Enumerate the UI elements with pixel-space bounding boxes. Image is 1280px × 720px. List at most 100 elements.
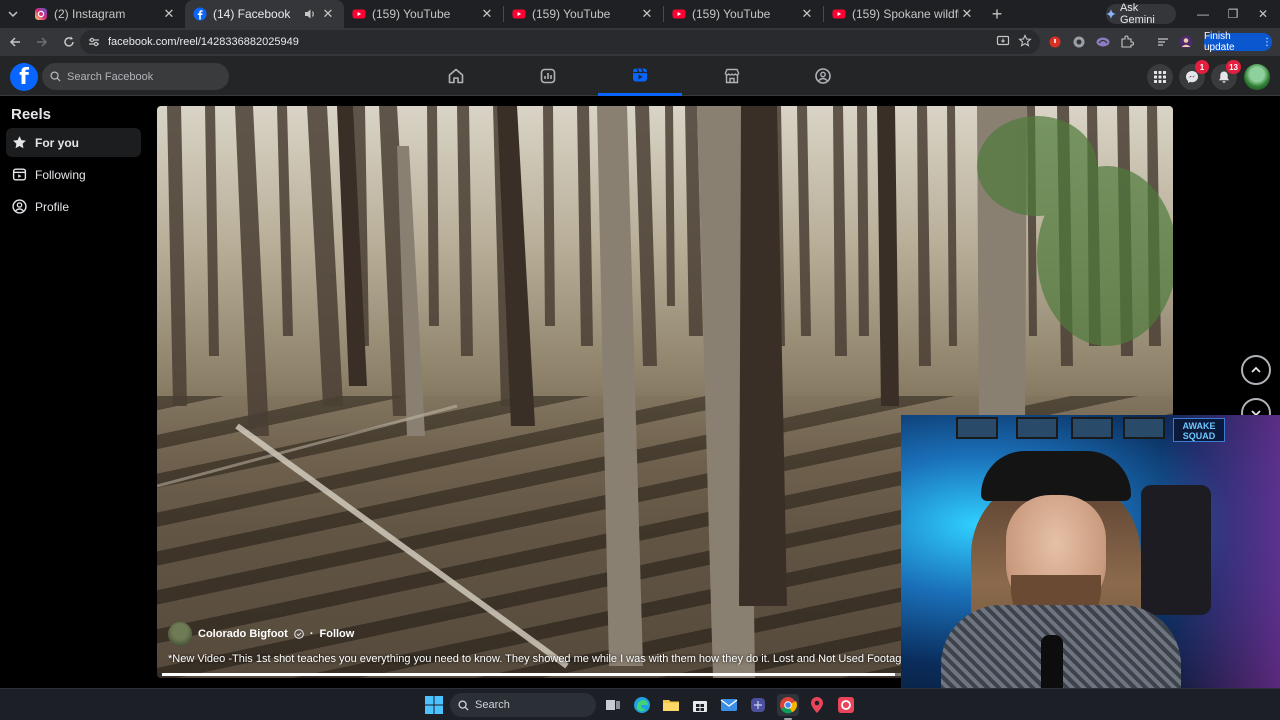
author-separator: ·	[309, 628, 314, 640]
chevron-down-icon	[8, 11, 18, 18]
edge-icon[interactable]	[631, 694, 653, 716]
close-tab-icon[interactable]: ✕	[639, 6, 655, 22]
install-app-icon[interactable]	[996, 34, 1010, 48]
reload-button[interactable]	[57, 30, 81, 54]
extension-gray-icon[interactable]	[1071, 34, 1087, 50]
tab-title: (159) Spokane wildfires force th	[852, 7, 959, 21]
sidebar-item-label: Profile	[35, 199, 70, 214]
maps-pin-icon[interactable]	[806, 694, 828, 716]
author-avatar[interactable]	[168, 622, 192, 646]
nav-video[interactable]	[506, 56, 590, 96]
taskbar-search[interactable]: Search	[450, 693, 596, 717]
forward-button[interactable]	[30, 30, 54, 54]
nav-marketplace[interactable]	[690, 56, 774, 96]
finish-update-button[interactable]: Finish update ⋮	[1204, 31, 1272, 53]
minimize-window-button[interactable]: —	[1188, 0, 1218, 28]
tab-title: (2) Instagram	[54, 7, 126, 21]
tab-youtube-spokane[interactable]: (159) Spokane wildfires force th ✕	[824, 0, 983, 28]
tab-title: (159) YouTube	[372, 7, 451, 21]
maximize-window-button[interactable]: ❐	[1218, 0, 1248, 28]
facebook-logo[interactable]: f	[10, 63, 38, 91]
task-view-icon[interactable]	[602, 694, 624, 716]
tab-youtube-2[interactable]: (159) YouTube ✕	[504, 0, 663, 28]
reel-progress-fill	[162, 673, 895, 676]
tab-youtube-1[interactable]: (159) YouTube ✕	[344, 0, 503, 28]
follow-button[interactable]: Follow	[320, 628, 355, 640]
record-app-icon[interactable]	[835, 694, 857, 716]
previous-reel-button[interactable]	[1241, 355, 1271, 385]
tab-youtube-3[interactable]: (159) YouTube ✕	[664, 0, 823, 28]
search-input[interactable]	[67, 70, 217, 83]
facebook-search[interactable]	[42, 63, 229, 90]
wall-frame	[1016, 417, 1058, 439]
close-tab-icon[interactable]: ✕	[479, 6, 495, 22]
app-grid-icon[interactable]	[747, 694, 769, 716]
arrow-left-icon	[9, 37, 20, 47]
facebook-logo-letter: f	[19, 64, 29, 90]
new-tab-button[interactable]: +	[983, 0, 1011, 28]
site-info-icon[interactable]	[88, 36, 100, 48]
store-icon[interactable]	[689, 694, 711, 716]
wall-sign: AWAKE SQUAD	[1173, 418, 1225, 442]
speaker-icon[interactable]	[302, 6, 318, 22]
more-vert-icon: ⋮	[1262, 36, 1272, 48]
author-name[interactable]: Colorado Bigfoot	[198, 628, 288, 640]
grid-menu-icon	[1154, 71, 1166, 83]
tab-facebook[interactable]: (14) Facebook ✕	[185, 0, 344, 28]
extension-purple-icon[interactable]	[1095, 34, 1111, 50]
ask-gemini-button[interactable]: Ask Gemini	[1106, 2, 1176, 26]
webcam-overlay: AWAKE SQUAD	[901, 415, 1280, 690]
windows-start-icon[interactable]	[424, 695, 444, 715]
bookmark-star-icon[interactable]	[1018, 34, 1032, 48]
tab-title: (14) Facebook	[213, 7, 291, 21]
streamer-cap	[981, 451, 1131, 501]
sidebar-item-for-you[interactable]: For you	[6, 128, 141, 157]
reel-progress-bar[interactable]	[162, 673, 902, 676]
youtube-icon	[832, 9, 846, 19]
menu-button[interactable]	[1147, 64, 1173, 90]
chrome-icon[interactable]	[777, 694, 799, 720]
tab-instagram[interactable]: (2) Instagram ✕	[26, 0, 185, 28]
nav-groups[interactable]	[781, 56, 865, 96]
sidebar-item-label: Following	[35, 167, 86, 182]
messenger-badge: 1	[1195, 60, 1209, 74]
arrow-right-icon	[37, 37, 48, 47]
extension-red-icon[interactable]	[1047, 34, 1063, 50]
close-window-button[interactable]: ✕	[1248, 0, 1278, 28]
chevron-up-icon	[1251, 366, 1261, 373]
sidebar-item-profile[interactable]: Profile	[6, 192, 141, 221]
notifications-button[interactable]: 13	[1211, 60, 1241, 90]
nav-home[interactable]	[414, 56, 498, 96]
mail-icon[interactable]	[718, 694, 740, 716]
account-avatar[interactable]	[1244, 64, 1270, 90]
wall-sign-line2: SQUAD	[1182, 431, 1216, 441]
nav-reels[interactable]	[598, 56, 682, 96]
browser-toolbar: facebook.com/reel/1428336882025949	[0, 28, 1280, 56]
extensions-puzzle-icon[interactable]	[1119, 34, 1135, 50]
tab-search-button[interactable]	[0, 0, 26, 28]
reading-list-icon[interactable]	[1155, 34, 1171, 50]
reels-sidebar: Reels For you Following Profile	[0, 96, 150, 688]
file-explorer-icon[interactable]	[660, 694, 682, 716]
wall-frame	[956, 417, 998, 439]
wall-frame	[1123, 417, 1165, 439]
video-icon	[540, 68, 556, 84]
messenger-button[interactable]: 1	[1179, 60, 1209, 90]
reload-icon	[64, 36, 74, 47]
address-bar[interactable]: facebook.com/reel/1428336882025949	[80, 30, 1040, 54]
close-tab-icon[interactable]: ✕	[959, 6, 975, 22]
sidebar-item-following[interactable]: Following	[6, 160, 141, 189]
search-icon	[50, 71, 61, 82]
profile-avatar-icon[interactable]	[1178, 34, 1194, 50]
verified-icon	[294, 629, 304, 639]
sidebar-title: Reels	[11, 106, 52, 123]
reel-caption[interactable]: *New Video -This 1st shot teaches you ev…	[168, 653, 901, 665]
marketplace-icon	[724, 68, 740, 84]
facebook-icon	[193, 7, 207, 21]
close-tab-icon[interactable]: ✕	[161, 6, 177, 22]
star-icon	[13, 136, 26, 149]
close-tab-icon[interactable]: ✕	[320, 6, 336, 22]
ask-gemini-label: Ask Gemini	[1119, 2, 1155, 26]
close-tab-icon[interactable]: ✕	[799, 6, 815, 22]
back-button[interactable]	[3, 30, 27, 54]
